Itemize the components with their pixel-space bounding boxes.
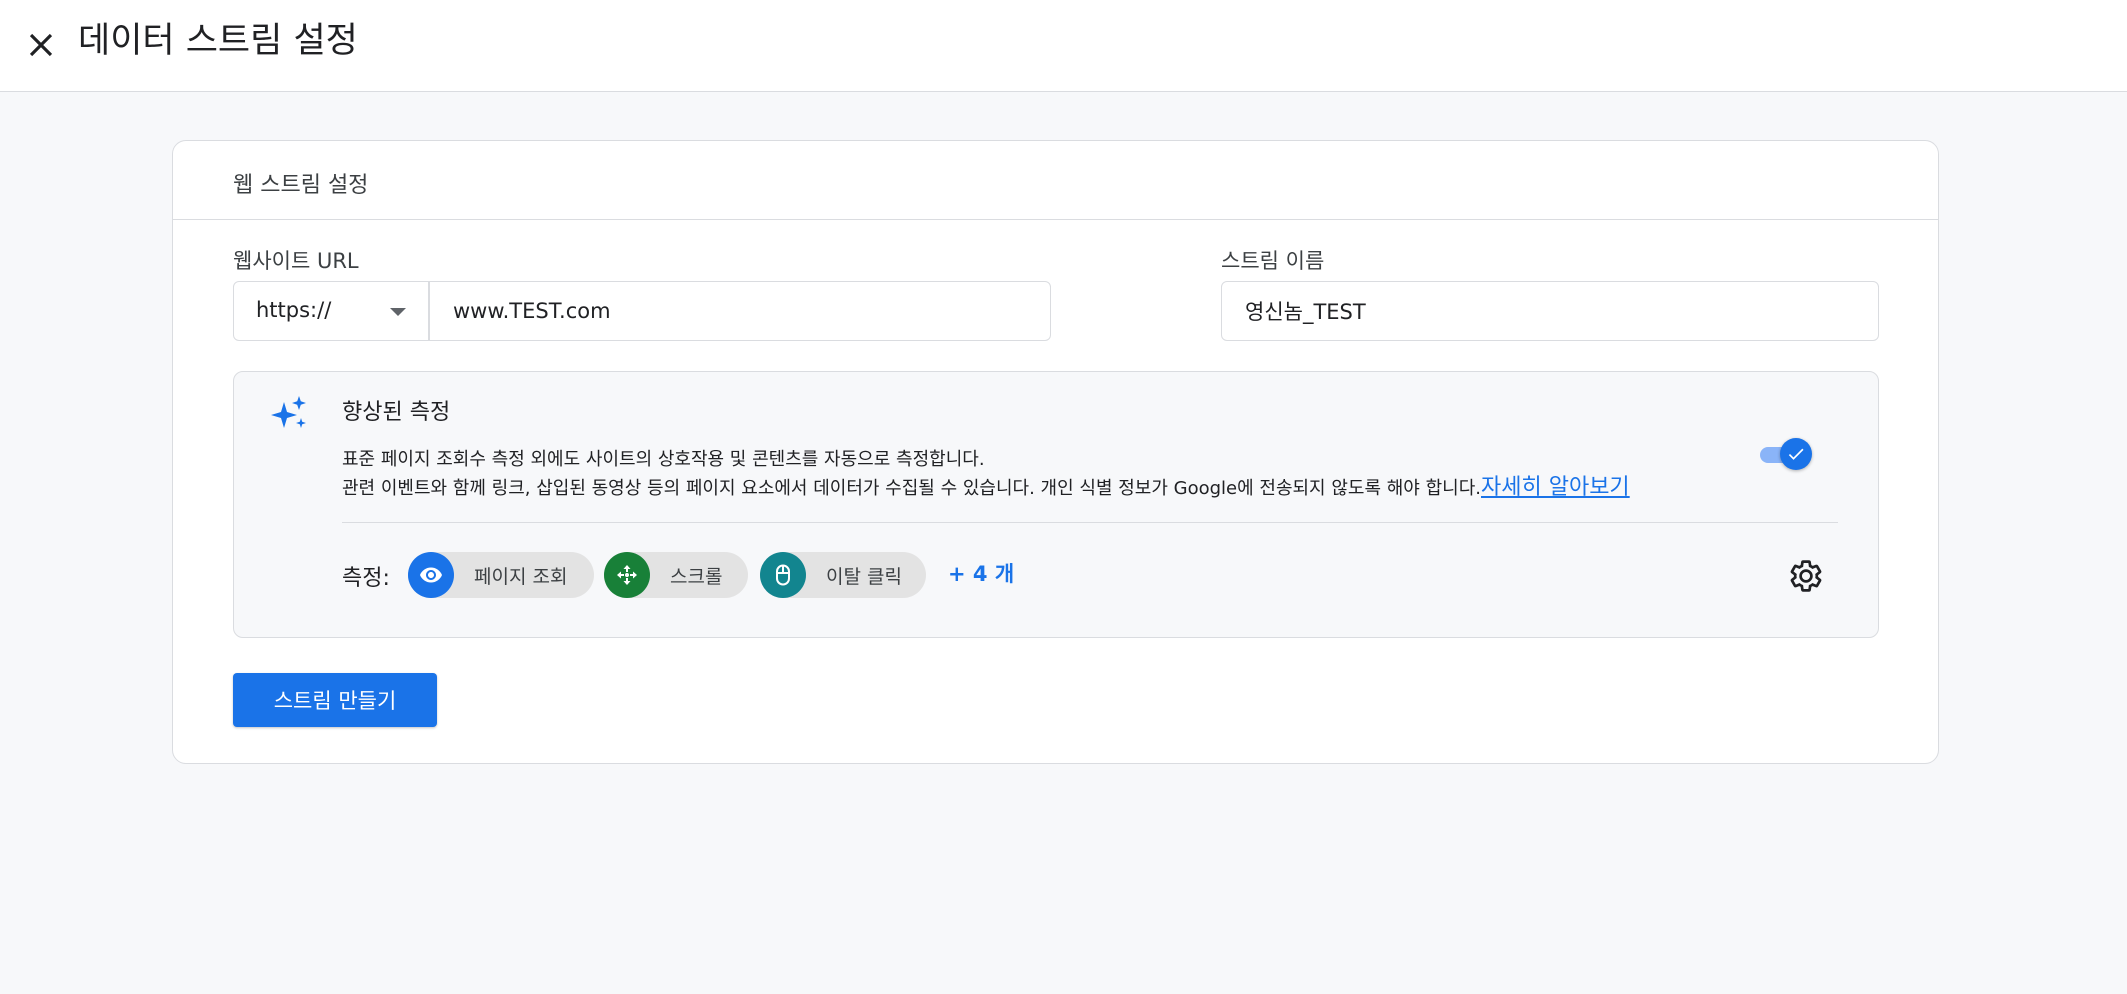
website-url-input[interactable] [429, 281, 1051, 341]
top-bar: 데이터 스트림 설정 [0, 0, 2127, 92]
measure-label: 측정: [342, 566, 390, 591]
page-title: 데이터 스트림 설정 [78, 21, 358, 61]
caret-down-icon [390, 308, 406, 316]
chip-outbound-click[interactable]: 이탈 클릭 [760, 552, 926, 598]
more-measurements-link[interactable]: + 4 개 [948, 558, 1014, 588]
description-line-2-text: 관련 이벤트와 함께 링크, 삽입된 동영상 등의 페이지 요소에서 데이터가 … [342, 478, 1481, 499]
chip-page-view[interactable]: 페이지 조회 [408, 552, 594, 598]
enhanced-measurement-toggle[interactable] [1756, 438, 1812, 470]
enhanced-measurement-description: 표준 페이지 조회수 측정 외에도 사이트의 상호작용 및 콘텐츠를 자동으로 … [342, 446, 1630, 503]
description-line-2: 관련 이벤트와 함께 링크, 삽입된 동영상 등의 페이지 요소에서 데이터가 … [342, 474, 1630, 503]
move-arrows-icon [604, 552, 650, 598]
create-stream-button[interactable]: 스트림 만들기 [233, 673, 437, 727]
stream-name-label: 스트림 이름 [1221, 249, 1325, 273]
chip-label: 이탈 클릭 [826, 566, 902, 588]
protocol-select[interactable]: https:// [233, 281, 429, 341]
description-line-1: 표준 페이지 조회수 측정 외에도 사이트의 상호작용 및 콘텐츠를 자동으로 … [342, 449, 985, 470]
protocol-value: https:// [256, 298, 332, 322]
toggle-knob [1780, 438, 1812, 470]
chip-label: 스크롤 [670, 566, 723, 588]
learn-more-link[interactable]: 자세히 알아보기 [1481, 475, 1630, 500]
web-stream-settings-card: 웹 스트림 설정 웹사이트 URL https:// 스트림 이름 향상된 측정… [172, 140, 1939, 764]
check-icon [1788, 448, 1804, 460]
eye-icon [408, 552, 454, 598]
panel-divider [342, 522, 1838, 523]
sparkle-icon [271, 396, 306, 428]
chip-label: 페이지 조회 [474, 566, 568, 588]
gear-icon[interactable] [1788, 558, 1824, 594]
enhanced-measurement-panel: 향상된 측정 표준 페이지 조회수 측정 외에도 사이트의 상호작용 및 콘텐츠… [233, 371, 1879, 638]
close-icon[interactable] [22, 26, 60, 64]
enhanced-measurement-title: 향상된 측정 [342, 400, 451, 425]
website-url-label: 웹사이트 URL [233, 249, 359, 273]
stream-name-input[interactable] [1221, 281, 1879, 341]
card-divider [173, 219, 1938, 220]
card-title: 웹 스트림 설정 [233, 173, 369, 198]
mouse-icon [760, 552, 806, 598]
chip-scroll[interactable]: 스크롤 [604, 552, 748, 598]
